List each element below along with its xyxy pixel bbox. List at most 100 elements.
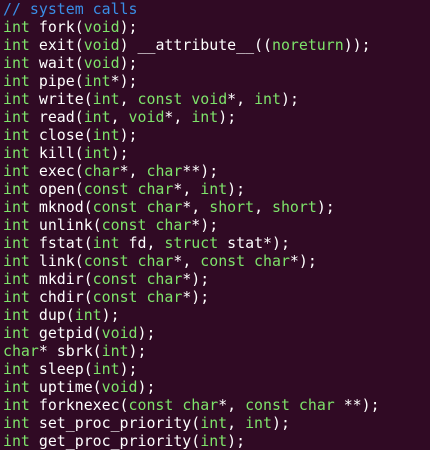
code-token-type: int xyxy=(83,72,111,90)
code-token-plain: *); xyxy=(182,288,210,306)
code-line[interactable]: int forknexec(const char*, const char **… xyxy=(3,396,430,414)
code-token-plain: set_proc_priority( xyxy=(29,414,201,432)
code-token-type: const char xyxy=(92,270,183,288)
code-token-type: int xyxy=(3,216,30,234)
code-token-type: int xyxy=(3,306,30,324)
code-token-plain: , xyxy=(254,198,272,216)
code-token-type: int xyxy=(3,54,30,72)
code-token-type: int xyxy=(3,144,30,162)
code-token-type: const char xyxy=(92,198,183,216)
code-token-plain: close( xyxy=(29,126,93,144)
code-line[interactable]: int open(const char*, int); xyxy=(3,180,430,198)
code-token-comment: // system calls xyxy=(3,0,138,18)
code-token-type: int xyxy=(3,36,30,54)
code-token-plain: wait( xyxy=(29,54,84,72)
code-token-plain: *, xyxy=(182,198,210,216)
code-token-type: int xyxy=(83,144,111,162)
code-token-type: int xyxy=(3,360,30,378)
code-line[interactable]: int mkdir(const char*); xyxy=(3,270,430,288)
code-token-type: int xyxy=(254,90,281,108)
code-token-type: int xyxy=(3,414,30,432)
code-token-plain: chdir( xyxy=(29,288,93,306)
code-line[interactable]: int set_proc_priority(int, int); xyxy=(3,414,430,432)
code-line[interactable]: int write(int, const void*, int); xyxy=(3,90,430,108)
code-token-plain: write( xyxy=(29,90,93,108)
code-token-type: struct xyxy=(164,234,219,252)
code-token-type: int xyxy=(200,414,228,432)
code-token-plain: fstat( xyxy=(29,234,93,252)
code-line[interactable]: // system calls xyxy=(3,0,430,18)
code-token-plain: ); xyxy=(119,360,138,378)
code-line[interactable]: int link(const char*, const char*); xyxy=(3,252,430,270)
code-line[interactable]: int uptime(void); xyxy=(3,378,430,396)
code-token-type: int xyxy=(3,108,30,126)
code-token-type: const char xyxy=(200,252,290,270)
code-token-type: int xyxy=(3,378,30,396)
code-token-plain: exec( xyxy=(29,162,84,180)
code-line[interactable]: int exec(char*, char**); xyxy=(3,162,430,180)
code-token-plain: ); xyxy=(227,432,246,450)
code-line[interactable]: int close(int); xyxy=(3,126,430,144)
code-token-type: int xyxy=(3,432,30,450)
code-token-plain: forknexec( xyxy=(29,396,129,414)
code-token-plain: , xyxy=(227,414,246,432)
code-token-plain: ) __attribute__(( xyxy=(119,36,272,54)
code-token-plain: fork( xyxy=(29,18,84,36)
code-line[interactable]: int read(int, void*, int); xyxy=(3,108,430,126)
code-token-plain: *, xyxy=(119,162,147,180)
code-token-type: char xyxy=(83,162,120,180)
code-token-plain: fd, xyxy=(119,234,165,252)
code-token-plain: ); xyxy=(316,198,335,216)
code-token-type: int xyxy=(74,306,102,324)
code-token-plain: ); xyxy=(227,180,246,198)
code-token-type: int xyxy=(3,324,30,342)
code-token-type: int xyxy=(101,342,129,360)
code-line[interactable]: int exit(void) __attribute__((noreturn))… xyxy=(3,36,430,54)
code-token-plain: read( xyxy=(29,108,84,126)
code-line[interactable]: int wait(void); xyxy=(3,54,430,72)
code-token-plain: **); xyxy=(182,162,219,180)
code-token-plain: ); xyxy=(119,54,138,72)
code-token-plain: , xyxy=(119,90,138,108)
code-token-type: int xyxy=(92,360,120,378)
code-token-type: int xyxy=(92,234,120,252)
code-token-type: int xyxy=(3,126,30,144)
code-line[interactable]: int pipe(int*); xyxy=(3,72,430,90)
code-token-plain: ); xyxy=(128,342,147,360)
code-token-type: int xyxy=(83,108,111,126)
code-line[interactable]: int chdir(const char*); xyxy=(3,288,430,306)
code-token-plain: , xyxy=(110,108,129,126)
code-editor[interactable]: // system calls int fork(void); int exit(v… xyxy=(0,0,430,450)
code-line[interactable]: int get_proc_priority(int); xyxy=(3,432,430,450)
code-token-type: int xyxy=(191,108,219,126)
code-token-type: void xyxy=(83,36,120,54)
code-token-type: void xyxy=(128,108,165,126)
code-token-plain: stat*); xyxy=(218,234,290,252)
code-line[interactable]: int getpid(void); xyxy=(3,324,430,342)
code-token-plain: open( xyxy=(29,180,84,198)
code-token-type: void xyxy=(83,54,120,72)
code-token-type: const char xyxy=(83,252,174,270)
code-token-type: int xyxy=(200,432,228,450)
code-token-type: char xyxy=(3,342,39,360)
code-token-type: int xyxy=(3,234,30,252)
code-line[interactable]: int kill(int); xyxy=(3,144,430,162)
code-line[interactable]: char* sbrk(int); xyxy=(3,342,430,360)
code-line[interactable]: int dup(int); xyxy=(3,306,430,324)
code-line[interactable]: int sleep(int); xyxy=(3,360,430,378)
code-token-type: int xyxy=(92,90,120,108)
code-token-plain: *); xyxy=(110,72,138,90)
code-line[interactable]: int fstat(int fd, struct stat*); xyxy=(3,234,430,252)
code-token-plain: *); xyxy=(191,216,219,234)
code-token-plain: get_proc_priority( xyxy=(29,432,201,450)
code-token-type: short xyxy=(209,198,255,216)
code-line[interactable]: int unlink(const char*); xyxy=(3,216,430,234)
code-line[interactable]: int fork(void); xyxy=(3,18,430,36)
code-token-plain: exit( xyxy=(29,36,84,54)
code-token-type: int xyxy=(3,180,30,198)
code-token-plain: getpid( xyxy=(29,324,102,342)
code-token-type: int xyxy=(3,252,30,270)
code-line[interactable]: int mknod(const char*, short, short); xyxy=(3,198,430,216)
code-token-type: int xyxy=(3,288,30,306)
code-token-plain: link( xyxy=(29,252,84,270)
